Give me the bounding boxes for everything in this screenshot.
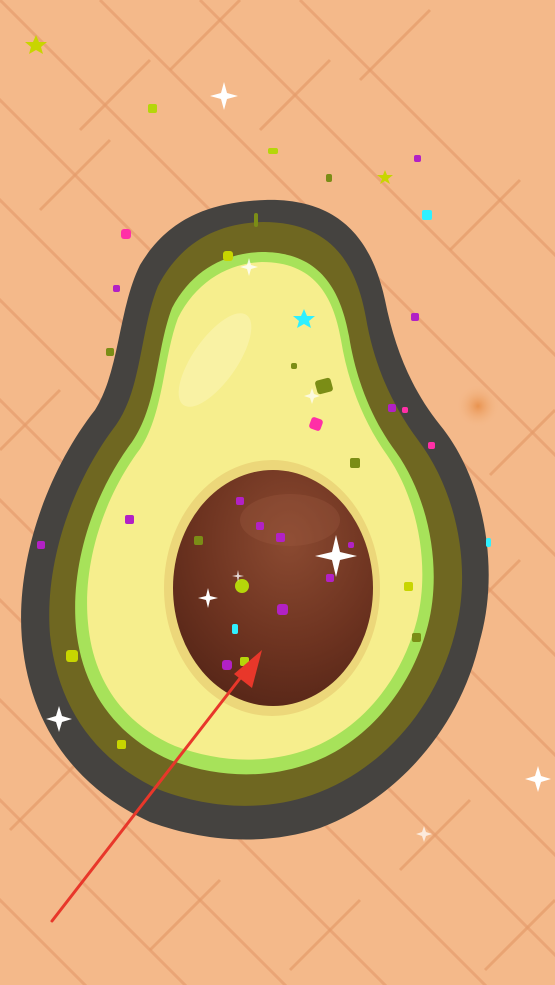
confetti-piece xyxy=(291,363,297,369)
confetti-piece xyxy=(350,458,360,468)
confetti-piece xyxy=(66,650,78,662)
confetti-piece xyxy=(256,522,264,530)
confetti-piece xyxy=(411,313,419,321)
confetti-piece xyxy=(106,348,114,356)
confetti-piece xyxy=(276,533,285,542)
confetti-piece xyxy=(277,604,288,615)
confetti-piece xyxy=(422,210,432,220)
confetti-piece xyxy=(125,515,134,524)
confetti-piece xyxy=(223,251,233,261)
game-stage xyxy=(0,0,555,985)
confetti-piece xyxy=(412,633,421,642)
confetti-piece xyxy=(236,497,244,505)
confetti-piece xyxy=(222,660,232,670)
game-scene xyxy=(0,0,555,985)
confetti-piece xyxy=(428,442,435,449)
confetti-piece xyxy=(194,536,203,545)
confetti-piece xyxy=(254,213,258,227)
confetti-piece xyxy=(486,538,491,547)
confetti-piece xyxy=(113,285,120,292)
confetti-piece xyxy=(414,155,421,162)
confetti-piece xyxy=(232,624,238,634)
confetti-piece xyxy=(148,104,157,113)
confetti-piece xyxy=(268,148,278,154)
confetti-piece xyxy=(404,582,413,591)
confetti-piece xyxy=(326,574,334,582)
confetti-piece xyxy=(402,407,408,413)
confetti-piece xyxy=(121,229,131,239)
confetti-piece xyxy=(235,579,249,593)
confetti-piece xyxy=(37,541,45,549)
confetti-piece xyxy=(326,174,332,182)
confetti-piece xyxy=(117,740,126,749)
confetti-piece xyxy=(348,542,354,548)
confetti-piece xyxy=(388,404,396,412)
